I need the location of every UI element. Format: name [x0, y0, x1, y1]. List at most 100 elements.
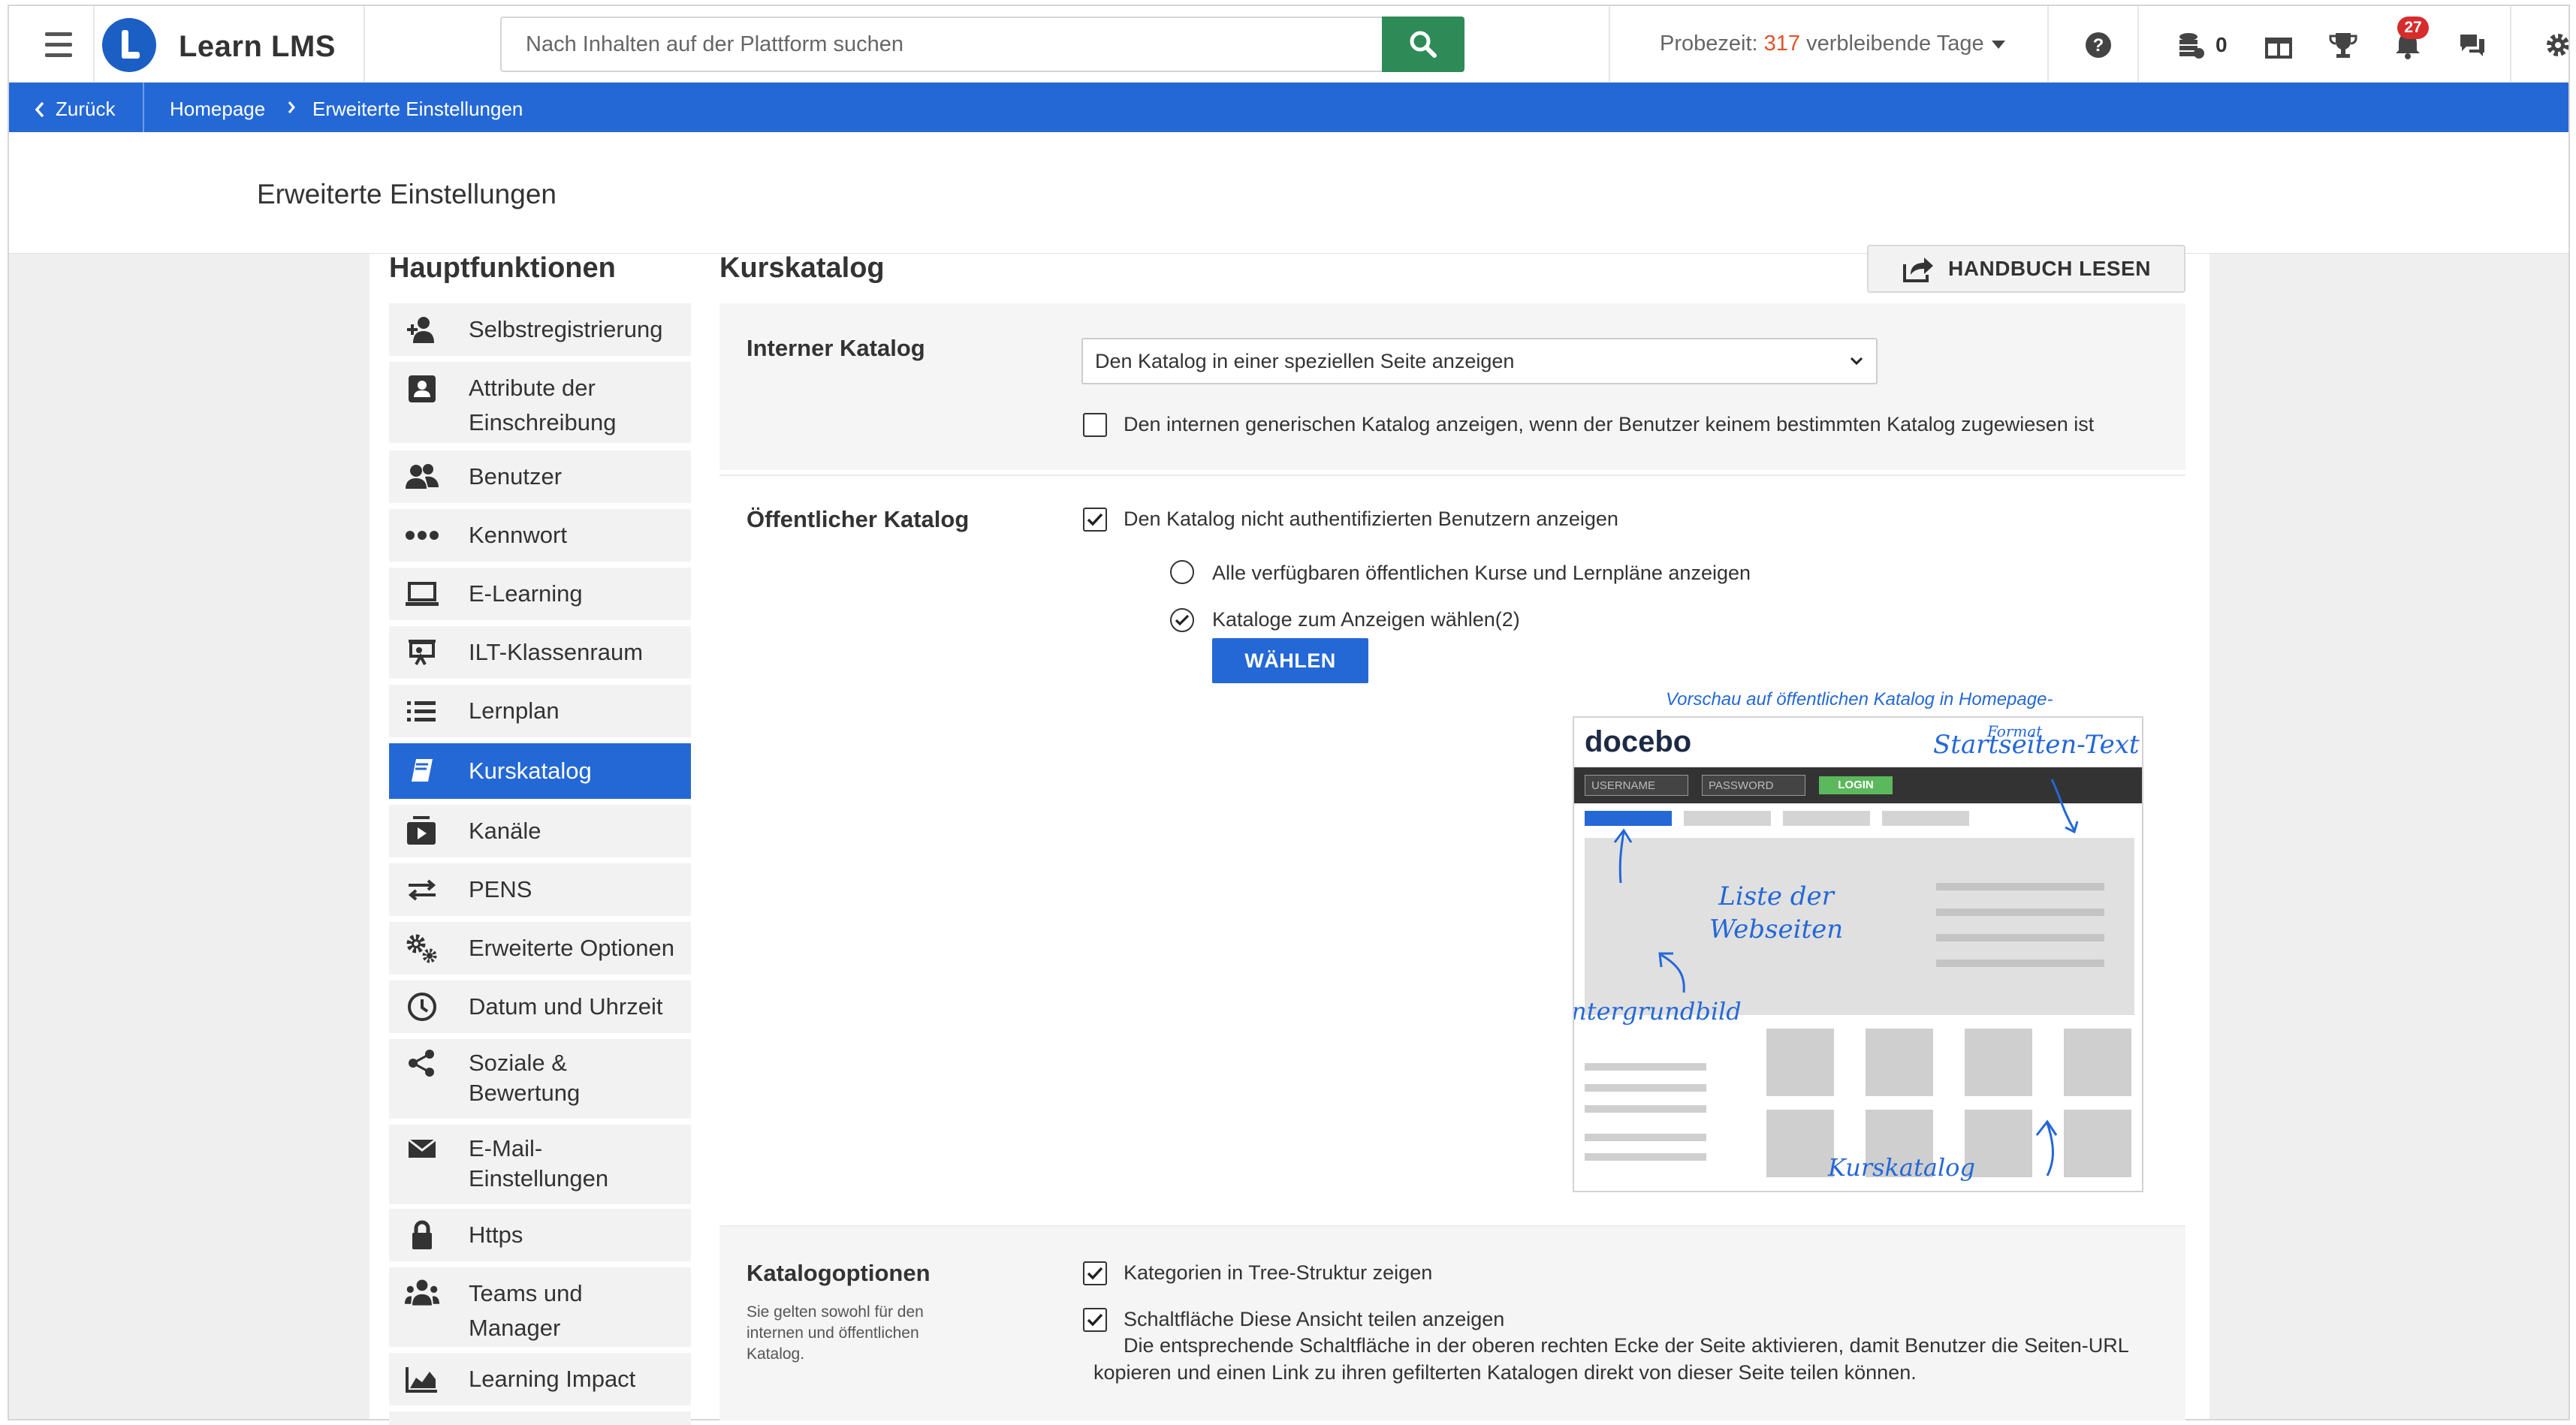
- generic-catalog-label: Den internen generischen Katalog anzeige…: [1124, 413, 2095, 435]
- users-icon: [404, 462, 440, 492]
- search-field[interactable]: [500, 17, 1382, 72]
- show-all-radio-label: Alle verfügbaren öffentlichen Kurse und …: [1212, 562, 1751, 584]
- search-icon: [1410, 31, 1437, 58]
- sidebar-item-lernplan[interactable]: Lernplan: [389, 685, 691, 737]
- public-catalog-checkbox[interactable]: [1083, 508, 1107, 532]
- sidebar-item-teams-und-manager[interactable]: Teams und Manager: [389, 1267, 691, 1347]
- divider: [2047, 6, 2049, 83]
- read-manual-button[interactable]: HANDBUCH LESEN: [1867, 245, 2185, 293]
- sidebar-item-attribute-der-einschreibung[interactable]: Attribute der Einschreibung: [389, 362, 691, 443]
- sidebar-item-label: Teams und Manager: [469, 1280, 583, 1341]
- sidebar-item-label: Kennwort: [469, 522, 567, 548]
- sidebar-item-kennwort[interactable]: Kennwort: [389, 509, 691, 562]
- sidebar-item-pens[interactable]: PENS: [389, 863, 691, 916]
- sidebar-item-ilt-klassenraum[interactable]: ILT-Klassenraum: [389, 626, 691, 679]
- catalog-options-sub: Sie gelten sowohl für den internen und ö…: [747, 1303, 924, 1363]
- caret-down-icon: [1991, 40, 2005, 49]
- settings-gear-icon[interactable]: [2541, 29, 2568, 62]
- choose-catalogs-button[interactable]: WÄHLEN: [1212, 638, 1368, 683]
- sidebar-item-datum-und-uhrzeit[interactable]: Datum und Uhrzeit: [389, 981, 691, 1033]
- back-link[interactable]: Zurück: [35, 98, 115, 121]
- sidebar-item-soziale-bewertung[interactable]: Soziale & Bewertung: [389, 1039, 691, 1119]
- chevron-left-icon: [35, 101, 44, 117]
- trial-dropdown[interactable]: Probezeit: 317 verbleibende Tage: [1660, 32, 2005, 56]
- breadcrumb-home-link[interactable]: Homepage: [170, 98, 265, 121]
- sidebar-item-e-learning[interactable]: E-Learning: [389, 568, 691, 620]
- page-title: Erweiterte Einstellungen: [257, 179, 557, 209]
- sidebar-item-label: PENS: [469, 876, 532, 902]
- dots-icon: [404, 520, 440, 550]
- presentation-icon: [404, 637, 440, 667]
- search-button[interactable]: [1382, 17, 1464, 72]
- coins-icon[interactable]: [2175, 29, 2208, 62]
- sidebar-item-kurskatalog[interactable]: Kurskatalog: [389, 743, 691, 799]
- check-icon: [1087, 513, 1103, 526]
- divider: [2510, 6, 2511, 83]
- list-icon: [404, 696, 440, 726]
- sidebar-item-more[interactable]: [389, 1411, 691, 1425]
- area-chart-icon: [404, 1364, 440, 1394]
- svg-text:?: ?: [2093, 35, 2104, 56]
- sidebar-item-label: E-Learning: [469, 580, 583, 607]
- swap-arrows-icon: [404, 875, 440, 905]
- trophy-icon[interactable]: [2327, 29, 2360, 62]
- sidebar-item-erweiterte-optionen[interactable]: Erweiterte Optionen: [389, 922, 691, 975]
- chevron-down-icon: [1850, 357, 1863, 366]
- breadcrumb: Zurück Homepage Erweiterte Einstellungen: [9, 83, 2568, 132]
- check-icon: [1175, 614, 1190, 626]
- divider: [363, 6, 365, 83]
- sidebar-item-kanaele[interactable]: Kanäle: [389, 805, 691, 857]
- sidebar-item-label: Https: [469, 1222, 523, 1248]
- trial-suffix: verbleibende Tage: [1800, 32, 1984, 56]
- internal-catalog-label: Interner Katalog: [747, 335, 925, 361]
- sidebar-item-label: Attribute der Einschreibung: [469, 375, 617, 435]
- search-input[interactable]: [502, 18, 1382, 71]
- sidebar-item-benutzer[interactable]: Benutzer: [389, 450, 691, 503]
- gears-icon: [404, 933, 440, 963]
- logo-icon: [102, 18, 156, 72]
- sidebar-item-label: Kurskatalog: [469, 758, 592, 784]
- share-view-checkbox[interactable]: [1083, 1308, 1107, 1332]
- share-view-label: Schaltfläche Diese Ansicht teilen anzeig…: [1124, 1308, 1505, 1330]
- top-bar: Learn LMS Probezeit: 317 verbleibende Ta…: [9, 6, 2568, 83]
- sidebar-heading: Hauptfunktionen: [389, 252, 616, 284]
- sidebar-item-https[interactable]: Https: [389, 1209, 691, 1261]
- gift-icon[interactable]: [2262, 29, 2295, 62]
- sidebar-item-label: Lernplan: [469, 697, 560, 724]
- catalog-display-select[interactable]: Den Katalog in einer speziellen Seite an…: [1081, 338, 1878, 384]
- sidebar-item-label: Erweiterte Optionen: [469, 935, 674, 961]
- app-logo-text: Learn LMS: [179, 30, 336, 63]
- lock-icon: [404, 1220, 440, 1250]
- tree-structure-label: Kategorien in Tree-Struktur zeigen: [1124, 1261, 1433, 1284]
- menu-icon[interactable]: [36, 6, 81, 83]
- divider: [143, 83, 144, 132]
- help-icon[interactable]: ?: [2082, 29, 2115, 62]
- trial-days: 317: [1763, 32, 1801, 56]
- check-icon: [1087, 1267, 1103, 1280]
- public-catalog-label: Öffentlicher Katalog: [747, 506, 970, 532]
- sidebar-item-learning-impact[interactable]: Learning Impact: [389, 1353, 691, 1405]
- sidebar-item-label: Selbstregistrierung: [469, 316, 663, 342]
- tree-structure-checkbox[interactable]: [1083, 1261, 1107, 1285]
- sidebar-item-label: Datum und Uhrzeit: [469, 993, 663, 1020]
- choose-catalogs-radio[interactable]: [1170, 608, 1194, 632]
- play-stack-icon: [404, 816, 440, 846]
- public-catalog-preview-image: docebo Format Startseiten-Text USERNAME …: [1573, 716, 2143, 1192]
- sidebar-item-label: Soziale & Bewertung: [469, 1050, 581, 1106]
- page-header: Erweiterte Einstellungen: [9, 132, 2568, 254]
- public-catalog-checkbox-label: Den Katalog nicht authentifizierten Benu…: [1124, 508, 1618, 530]
- sidebar-item-label: E-Mail-Einstellungen: [469, 1135, 609, 1192]
- sidebar-item-selbstregistrierung[interactable]: Selbstregistrierung: [389, 303, 691, 356]
- chevron-right-icon: [287, 98, 296, 121]
- user-plus-icon: [404, 315, 440, 345]
- coin-count: 0: [2216, 33, 2228, 56]
- section-heading: Kurskatalog: [719, 252, 885, 284]
- divider: [93, 6, 95, 83]
- laptop-icon: [404, 579, 440, 609]
- chat-icon[interactable]: [2456, 29, 2489, 62]
- choose-catalogs-radio-label: Kataloge zum Anzeigen wählen(2): [1212, 608, 1520, 631]
- sidebar-item-e-mail-einstellungen[interactable]: E-Mail-Einstellungen: [389, 1125, 691, 1204]
- internal-catalog-section: Interner Katalog: [719, 303, 2185, 470]
- generic-catalog-checkbox[interactable]: [1083, 413, 1107, 437]
- show-all-radio[interactable]: [1170, 560, 1194, 584]
